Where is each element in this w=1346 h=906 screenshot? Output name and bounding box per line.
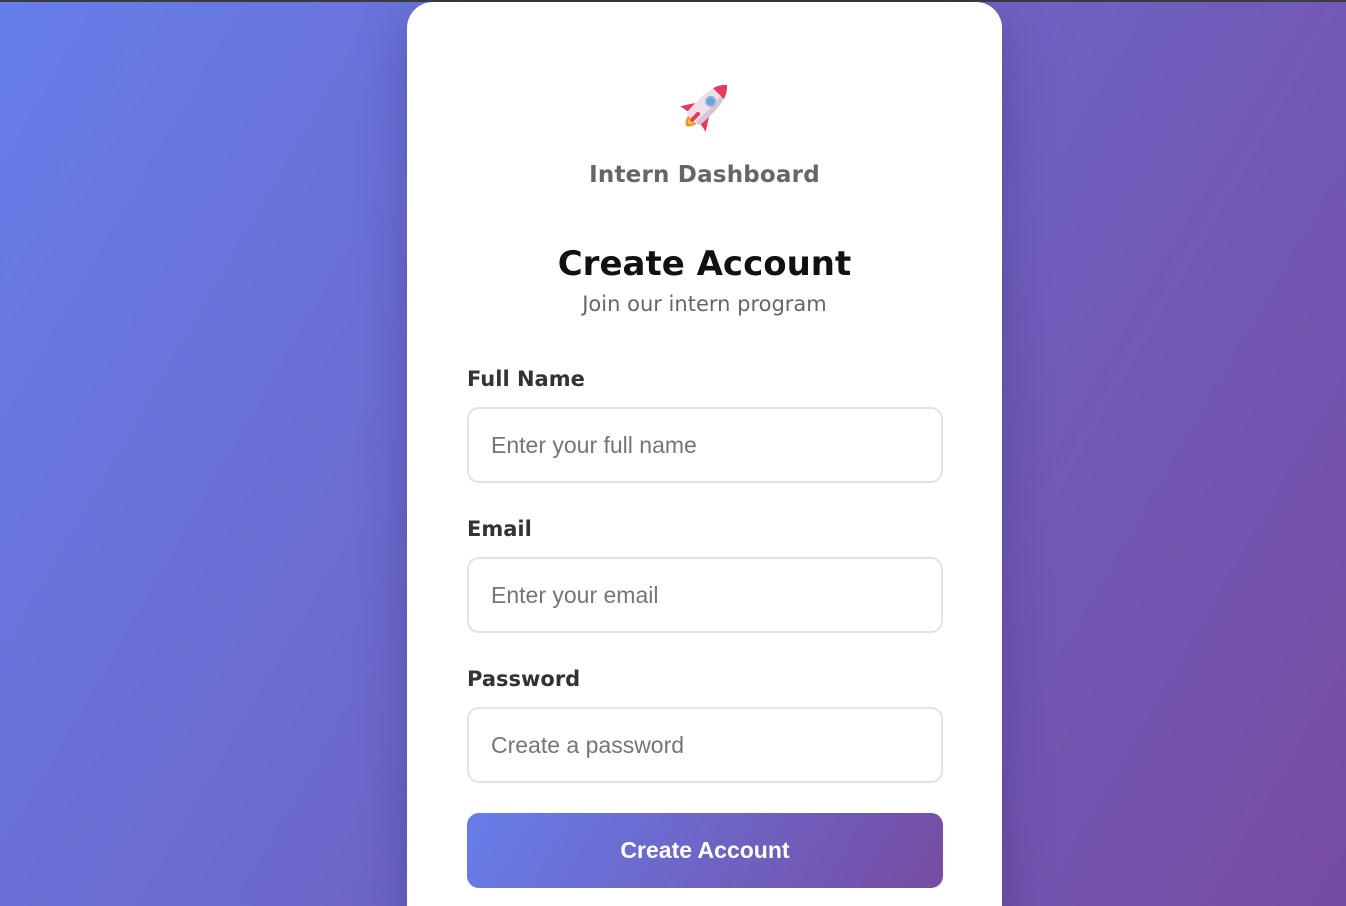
logo xyxy=(407,72,1002,142)
password-label: Password xyxy=(467,667,581,691)
create-account-button[interactable]: Create Account xyxy=(467,813,943,888)
email-label: Email xyxy=(467,517,532,541)
brand-name: Intern Dashboard xyxy=(589,162,820,188)
page-title: Create Account xyxy=(557,244,852,284)
signup-card: Intern Dashboard Create Account Join our… xyxy=(407,2,1002,906)
full-name-label: Full Name xyxy=(467,367,585,391)
page-subtitle: Join our intern program xyxy=(582,292,827,316)
email-input[interactable] xyxy=(467,557,943,633)
rocket-icon xyxy=(679,85,727,132)
password-input[interactable] xyxy=(467,707,943,783)
full-name-input[interactable] xyxy=(467,407,943,483)
